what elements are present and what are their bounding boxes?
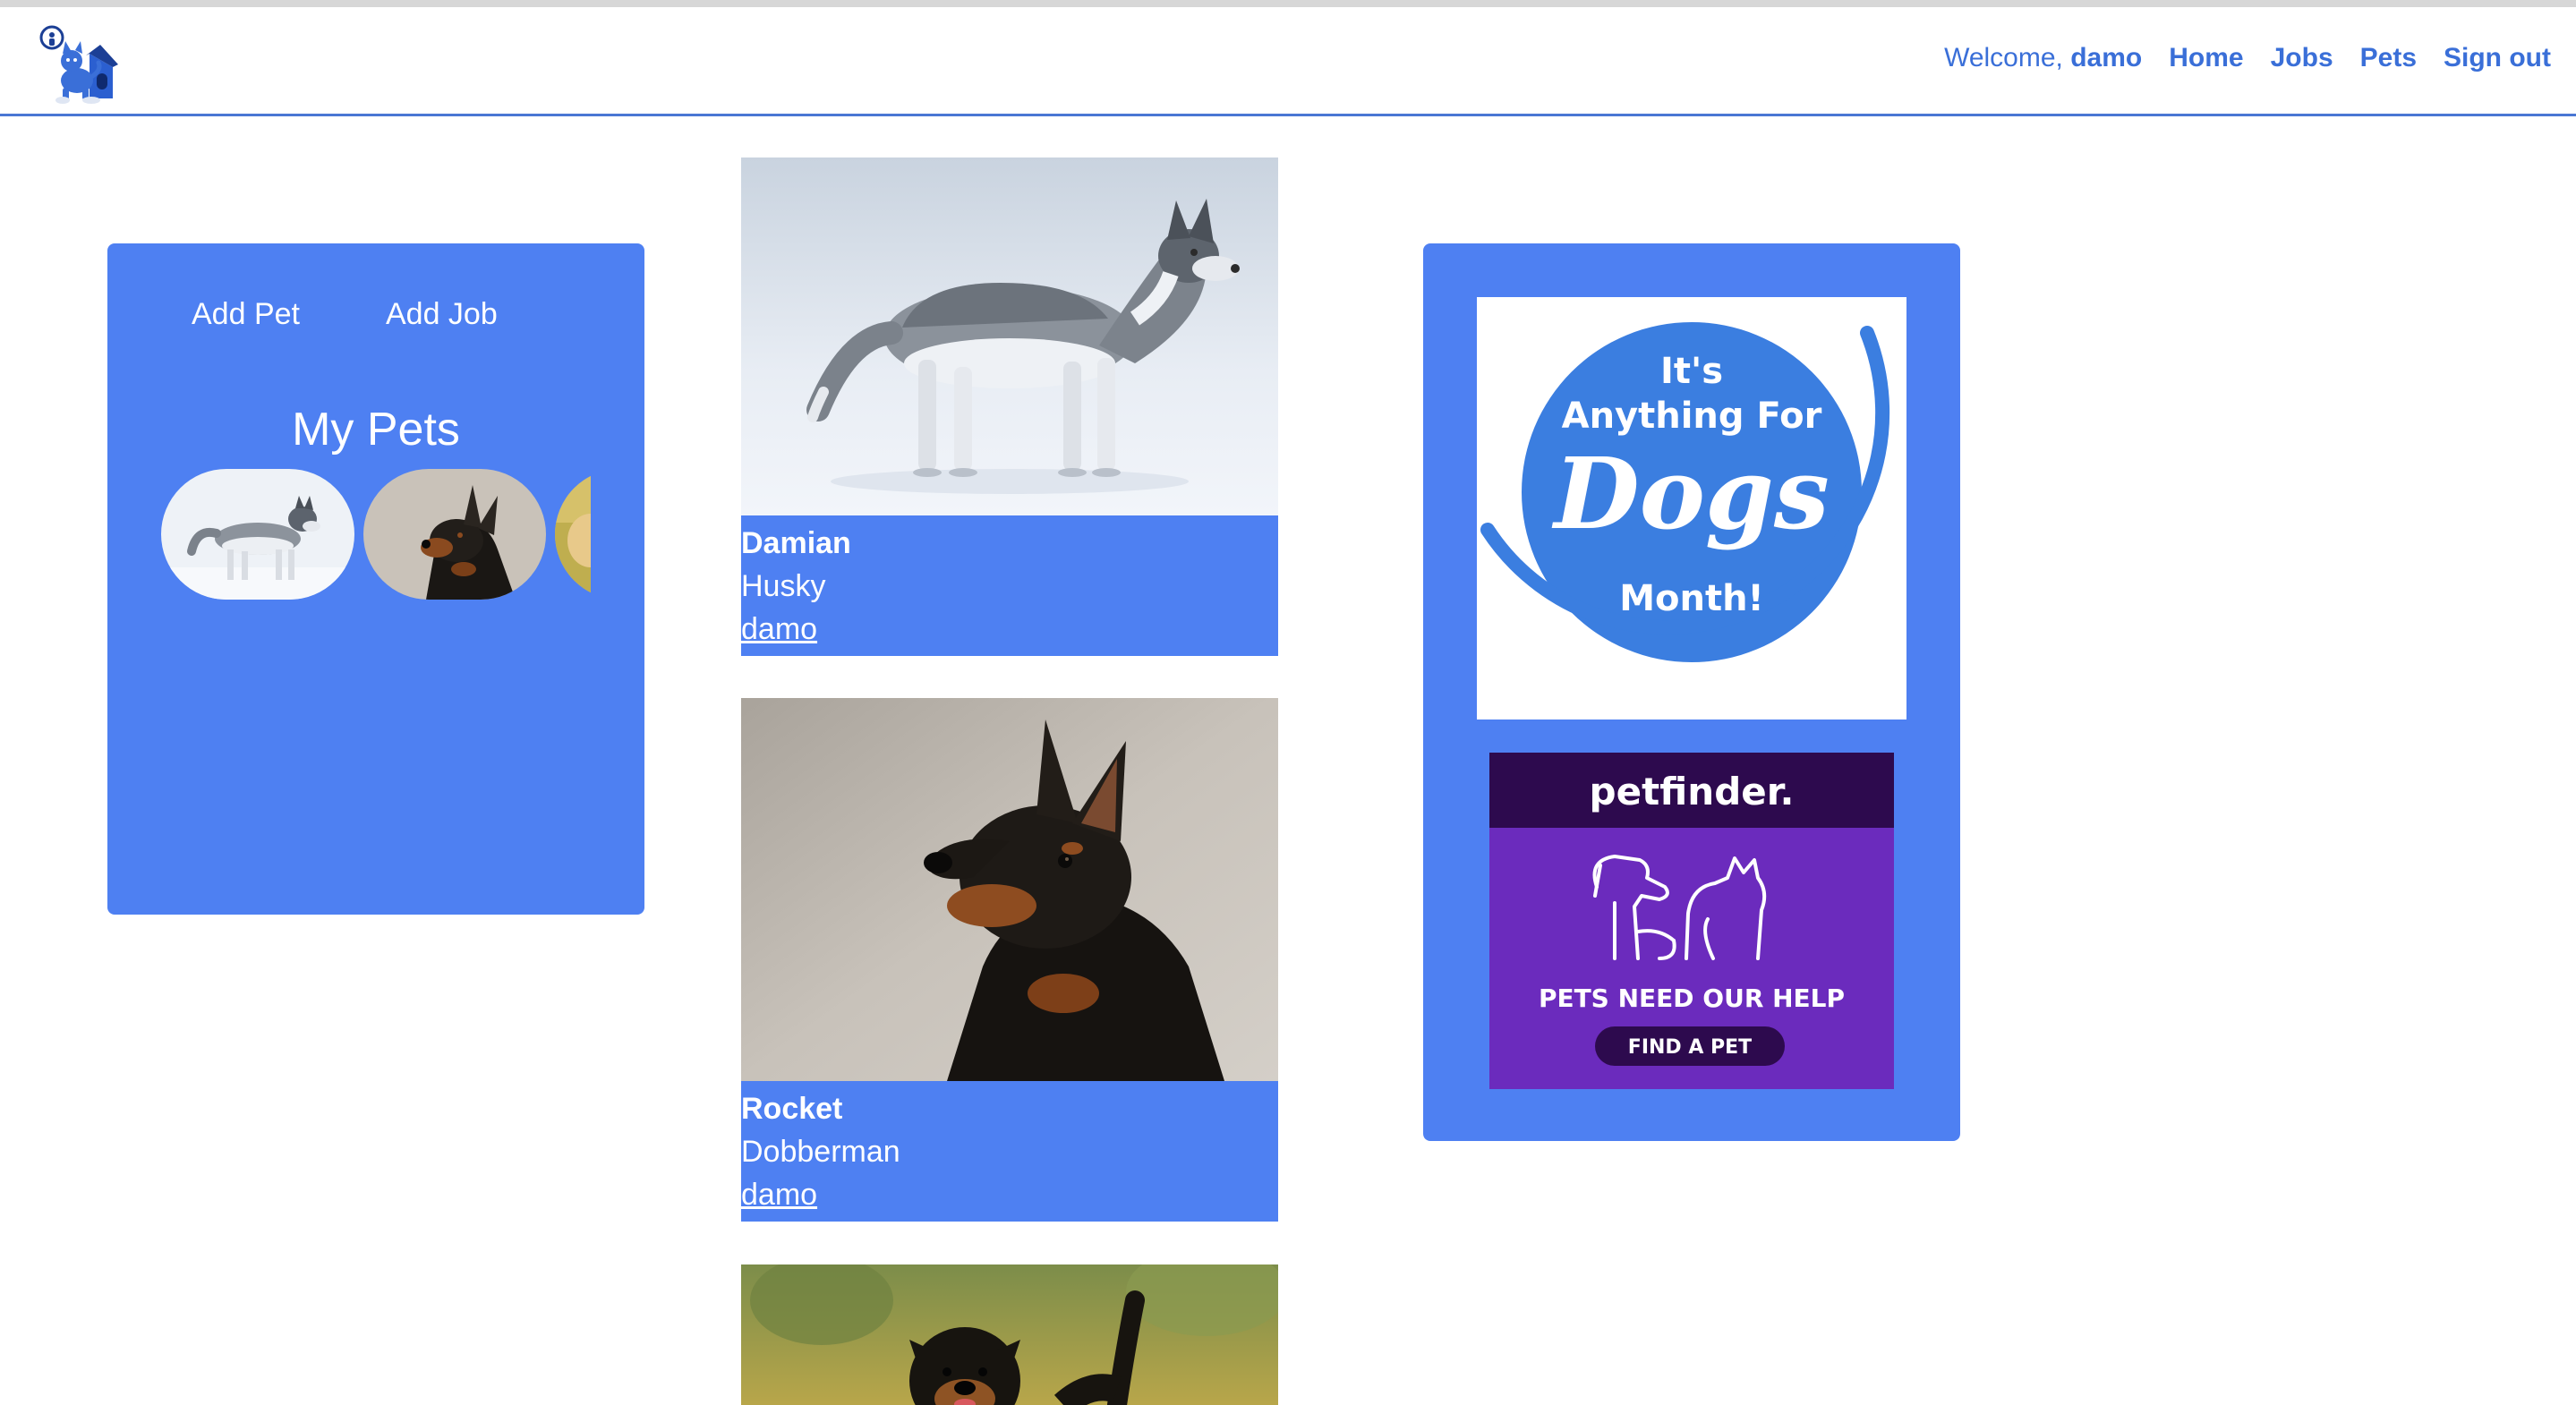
my-pets-carousel[interactable] <box>161 469 698 603</box>
ads-panel: It's Anything For Dogs Month! petfinder.… <box>1423 243 1960 1141</box>
nav-home-link[interactable]: Home <box>2169 43 2243 73</box>
add-job-button[interactable]: Add Job <box>386 297 498 332</box>
pet-photo-rottweiler[interactable] <box>741 1264 1278 1405</box>
pet-breed: Husky <box>741 569 826 603</box>
pet-thumb-golden[interactable] <box>555 469 591 600</box>
nav-signout-link[interactable]: Sign out <box>2444 43 2551 73</box>
pet-breed: Dobberman <box>741 1135 900 1169</box>
my-pets-title: My Pets <box>292 404 460 456</box>
petfinder-cta: FIND A PET <box>1628 1036 1752 1059</box>
pet-info: Rocket Dobberman damo <box>741 1086 1278 1222</box>
logo-icon[interactable] <box>36 18 125 107</box>
nav-links: Welcome, damo Home Jobs Pets Sign out <box>1944 43 2551 73</box>
pet-name: Rocket <box>741 1092 843 1126</box>
navbar: Welcome, damo Home Jobs Pets Sign out <box>0 7 2576 116</box>
ad-dogs-line2: Anything For <box>1562 396 1822 437</box>
browser-top-line <box>0 0 2576 7</box>
ad-petfinder[interactable]: petfinder. PETS NEED OUR HELP FIND A PET <box>1489 753 1894 1089</box>
pet-photo-husky[interactable] <box>741 158 1278 520</box>
pet-owner-link[interactable]: damo <box>741 1173 1278 1216</box>
ad-dogs-line3: Dogs <box>1551 436 1830 551</box>
pet-thumb-husky[interactable] <box>161 469 354 600</box>
sidebar-panel: Add Pet Add Job My Pets <box>107 243 644 915</box>
ad-dogs-line1: It's <box>1660 351 1723 392</box>
pet-card[interactable] <box>741 1264 1278 1405</box>
welcome-text: Welcome, damo <box>1944 43 2143 72</box>
pet-name: Damian <box>741 526 851 560</box>
pet-thumb-doberman[interactable] <box>363 469 546 600</box>
add-pet-button[interactable]: Add Pet <box>192 297 300 332</box>
nav-jobs-link[interactable]: Jobs <box>2271 43 2333 73</box>
pet-info: Damian Husky damo <box>741 520 1278 656</box>
nav-pets-link[interactable]: Pets <box>2360 43 2417 73</box>
sidebar-actions: Add Pet Add Job <box>192 297 498 332</box>
petfinder-brand: petfinder. <box>1590 770 1795 813</box>
pet-owner-link[interactable]: damo <box>741 608 1278 651</box>
pet-card[interactable]: Rocket Dobberman damo <box>741 698 1278 1222</box>
ad-anything-for-dogs-month[interactable]: It's Anything For Dogs Month! <box>1477 297 1906 720</box>
welcome-username: damo <box>2070 43 2143 72</box>
ad-dogs-line4: Month! <box>1619 578 1764 619</box>
petfinder-headline: PETS NEED OUR HELP <box>1539 984 1845 1013</box>
pet-card[interactable]: Damian Husky damo <box>741 158 1278 656</box>
pet-photo-doberman[interactable] <box>741 698 1278 1086</box>
